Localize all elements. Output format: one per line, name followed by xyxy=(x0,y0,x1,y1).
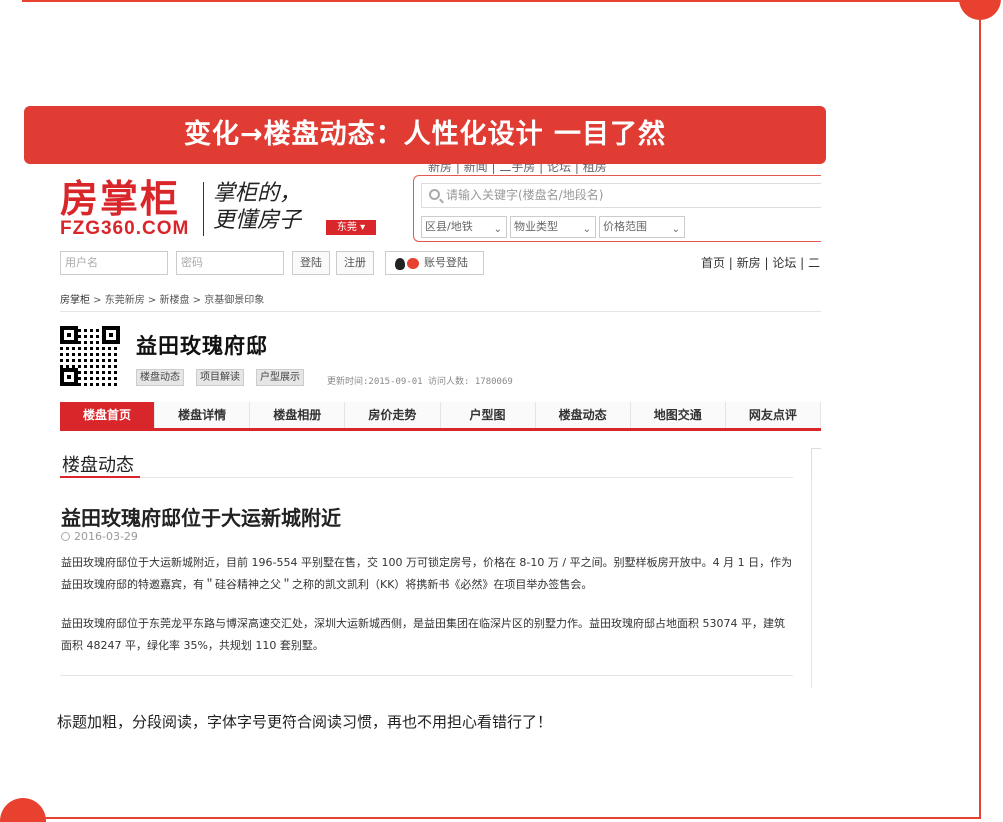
corner-dot-bottom-left xyxy=(0,798,46,822)
weibo-icon xyxy=(407,258,419,269)
qr-finder xyxy=(60,368,78,386)
login-bar: 用户名 密码 登陆 注册 账号登陆 首页 | 新房 | 论坛 | 二 xyxy=(60,251,820,275)
clock-icon xyxy=(61,532,70,541)
section-title: 楼盘动态 xyxy=(62,455,134,476)
site-nav-links[interactable]: 首页 | 新房 | 论坛 | 二 xyxy=(701,251,820,275)
article-date: 2016-03-29 xyxy=(61,530,138,543)
social-login-label: 账号登陆 xyxy=(424,256,468,269)
slogan-line-1: 掌柜的， xyxy=(213,181,302,206)
project-title: 益田玫瑰府邸 xyxy=(136,334,268,358)
logo-english: FZG360.COM xyxy=(60,218,190,239)
article-date-text: 2016-03-29 xyxy=(74,530,138,543)
project-tabs: 楼盘首页 楼盘详情 楼盘相册 房价走势 户型图 楼盘动态 地图交通 网友点评 xyxy=(60,402,821,431)
breadcrumb: 房掌柜 > 东莞新房 > 新楼盘 > 京基御景印象 xyxy=(60,291,264,306)
feature-banner: 变化→楼盘动态：人性化设计 一目了然 xyxy=(24,106,826,164)
article-paragraph-1: 益田玫瑰府邸位于大运新城附近，目前 196-554 平别墅在售，交 100 万可… xyxy=(61,556,793,591)
property-type-select-label: 物业类型 xyxy=(514,220,558,233)
qr-finder xyxy=(60,326,78,344)
sidebar-divider xyxy=(811,478,812,688)
breadcrumb-home[interactable]: 房掌柜 xyxy=(60,295,90,306)
tab-home[interactable]: 楼盘首页 xyxy=(60,402,156,428)
tab-news[interactable]: 楼盘动态 xyxy=(535,402,631,428)
tab-album[interactable]: 楼盘相册 xyxy=(250,402,346,428)
chevron-down-icon: ⌄ xyxy=(493,224,502,235)
password-input[interactable]: 密码 xyxy=(176,251,284,275)
search-placeholder: 请输入关键字(楼盘名/地段名) xyxy=(446,188,604,202)
tag-project-analysis[interactable]: 项目解读 xyxy=(196,369,244,386)
tag-floorplan[interactable]: 户型展示 xyxy=(256,369,304,386)
register-button[interactable]: 注册 xyxy=(336,251,374,275)
tab-map[interactable]: 地图交通 xyxy=(630,402,726,428)
website-screenshot: 新房 | 新闻 | 二手房 | 论坛 | 租房 房掌柜 FZG360.COM 掌… xyxy=(48,150,821,690)
article-end-divider xyxy=(60,675,793,676)
slogan: 掌柜的， 更懂房子 xyxy=(213,180,301,234)
corner-dot-top-right xyxy=(959,0,1001,20)
tab-reviews[interactable]: 网友点评 xyxy=(725,402,821,428)
frame-top-line xyxy=(22,0,980,2)
slogan-line-2: 更懂房子 xyxy=(213,208,302,233)
tab-floorplan[interactable]: 户型图 xyxy=(440,402,536,428)
frame-right-line xyxy=(979,0,981,819)
slide-caption: 标题加粗，分段阅读，字体字号更符合阅读习惯，再也不用担心看错行了！ xyxy=(57,713,553,731)
district-select[interactable]: 区县/地铁 ⌄ xyxy=(421,216,507,238)
breadcrumb-path[interactable]: > 东莞新房 > 新楼盘 > 京基御景印象 xyxy=(90,295,264,306)
qq-icon xyxy=(395,258,405,270)
city-switch-button[interactable]: 东莞 ▾ xyxy=(326,220,376,235)
project-meta: 更新时间:2015-09-01 访问人数: 1780069 xyxy=(327,377,513,387)
tab-price-trend[interactable]: 房价走势 xyxy=(345,402,441,428)
social-login-button[interactable]: 账号登陆 xyxy=(385,251,484,275)
logo-divider xyxy=(203,182,204,236)
chevron-down-icon: ⌄ xyxy=(582,224,591,235)
section-underline xyxy=(60,476,140,478)
chevron-down-icon: ⌄ xyxy=(671,224,680,235)
tab-details[interactable]: 楼盘详情 xyxy=(155,402,251,428)
search-panel: 请输入关键字(楼盘名/地段名) 区县/地铁 ⌄ 物业类型 ⌄ 价格范围 ⌄ xyxy=(413,175,821,242)
article-title: 益田玫瑰府邸位于大运新城附近 xyxy=(61,506,341,530)
price-range-select-label: 价格范围 xyxy=(603,220,647,233)
frame-bottom-line xyxy=(22,817,981,819)
site-logo[interactable]: 房掌柜 FZG360.COM xyxy=(60,176,190,239)
search-input[interactable]: 请输入关键字(楼盘名/地段名) xyxy=(421,183,821,208)
search-icon xyxy=(429,189,440,200)
price-range-select[interactable]: 价格范围 ⌄ xyxy=(599,216,685,238)
qr-code xyxy=(60,326,120,386)
logo-chinese: 房掌柜 xyxy=(60,176,181,221)
district-select-label: 区县/地铁 xyxy=(425,220,473,233)
username-input[interactable]: 用户名 xyxy=(60,251,168,275)
divider xyxy=(60,311,821,312)
article-paragraph-2: 益田玫瑰府邸位于东莞龙平东路与博深高速交汇处，深圳大运新城西侧，是益田集团在临深… xyxy=(61,617,785,652)
section-divider xyxy=(60,477,793,478)
tag-project-news[interactable]: 楼盘动态 xyxy=(136,369,184,386)
sidebar-edge xyxy=(811,448,821,478)
login-button[interactable]: 登陆 xyxy=(292,251,330,275)
qr-finder xyxy=(102,326,120,344)
property-type-select[interactable]: 物业类型 ⌄ xyxy=(510,216,596,238)
